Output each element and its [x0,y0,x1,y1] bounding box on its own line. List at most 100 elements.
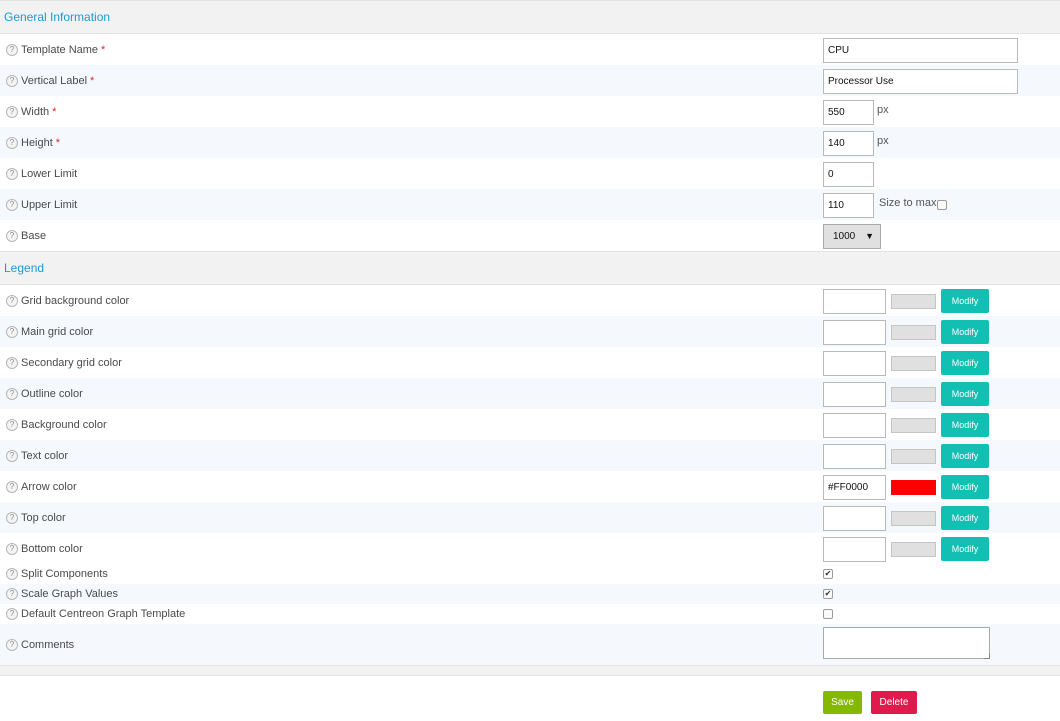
save-button[interactable]: Save [823,691,862,714]
row-default-template: ? Default Centreon Graph Template [0,604,1060,624]
modify-color-button[interactable]: Modify [941,350,989,375]
resize-handle-icon[interactable] [984,653,990,659]
color-value-input[interactable] [823,443,886,469]
color-value-input[interactable] [823,381,886,407]
help-icon[interactable]: ? [6,387,18,400]
help-icon[interactable]: ? [6,568,18,580]
comments-textarea[interactable] [823,627,990,659]
width-input[interactable]: 550 [823,99,874,125]
color-swatch [891,479,936,495]
color-value-input[interactable] [823,350,886,376]
row-color: ? Background color Modify [0,409,1060,440]
lower-limit-label: Lower Limit [21,167,78,180]
help-icon[interactable]: ? [6,325,18,338]
width-unit: px [877,103,889,116]
row-vertical-label: ? Vertical Label * Processor Use [0,65,1060,96]
help-icon[interactable]: ? [6,43,18,56]
base-select[interactable]: 1000 ▼ [823,223,881,249]
vertical-label-input[interactable]: Processor Use [823,68,1018,94]
height-unit: px [877,134,889,147]
row-color: ? Top color Modify [0,502,1060,533]
template-name-label: Template Name [21,43,99,56]
scale-graph-values-label: Scale Graph Values [21,588,119,600]
section-legend: Legend [0,251,1060,285]
height-label: Height [21,136,53,149]
help-icon[interactable]: ? [6,449,18,462]
color-label: Bottom color [21,542,83,555]
width-label: Width [21,105,50,118]
row-height: ? Height * 140 px [0,127,1060,158]
size-to-max-checkbox[interactable] [937,199,947,210]
row-color: ? Secondary grid color Modify [0,347,1060,378]
modify-color-button[interactable]: Modify [941,443,989,468]
vertical-label-label: Vertical Label [21,74,88,87]
modify-color-button[interactable]: Modify [941,288,989,313]
help-icon[interactable]: ? [6,294,18,307]
color-swatch [891,541,936,557]
row-color: ? Main grid color Modify [0,316,1060,347]
lower-limit-input[interactable]: 0 [823,161,874,187]
color-swatch [891,324,936,340]
delete-button[interactable]: Delete [871,691,917,714]
help-icon[interactable]: ? [6,511,18,524]
color-value-input[interactable] [823,536,886,562]
modify-color-button[interactable]: Modify [941,319,989,344]
help-icon[interactable]: ? [6,608,18,620]
modify-color-button[interactable]: Modify [941,474,989,499]
color-label: Grid background color [21,294,130,307]
color-label: Background color [21,418,107,431]
help-icon[interactable]: ? [6,418,18,431]
color-swatch [891,417,936,433]
base-select-value: 1000 [833,230,856,242]
default-template-checkbox[interactable] [823,609,833,619]
help-icon[interactable]: ? [6,167,18,180]
row-comments: ? Comments [0,624,1060,665]
help-icon[interactable]: ? [6,356,18,369]
help-icon[interactable]: ? [6,229,18,242]
row-color: ? Bottom color Modify [0,533,1060,564]
split-components-checkbox[interactable]: ✔ [823,569,833,579]
split-components-label: Split Components [21,568,108,580]
modify-color-button[interactable]: Modify [941,505,989,530]
color-label: Main grid color [21,325,94,338]
chevron-down-icon: ▼ [865,230,874,241]
row-split-components: ? Split Components ✔ [0,564,1060,584]
color-value-input[interactable]: #FF0000 [823,474,886,500]
required-marker: * [55,136,61,149]
color-label: Arrow color [21,480,77,493]
upper-limit-input[interactable]: 110 [823,192,874,218]
base-label: Base [21,229,47,242]
row-color: ? Arrow color #FF0000 Modify [0,471,1060,502]
color-value-input[interactable] [823,505,886,531]
help-icon[interactable]: ? [6,105,18,118]
row-color: ? Grid background color Modify [0,285,1060,316]
modify-color-button[interactable]: Modify [941,536,989,561]
help-icon[interactable]: ? [6,74,18,87]
help-icon[interactable]: ? [6,588,18,600]
modify-color-button[interactable]: Modify [941,381,989,406]
color-label: Outline color [21,387,83,400]
form-footer-divider [0,665,1060,676]
modify-color-button[interactable]: Modify [941,412,989,437]
color-label: Text color [21,449,69,462]
required-marker: * [101,43,106,56]
color-swatch [891,293,936,309]
upper-limit-label: Upper Limit [21,198,78,211]
row-lower-limit: ? Lower Limit 0 [0,158,1060,189]
height-input[interactable]: 140 [823,130,874,156]
help-icon[interactable]: ? [6,480,18,493]
color-value-input[interactable] [823,412,886,438]
row-width: ? Width * 550 px [0,96,1060,127]
row-template-name: ? Template Name * CPU [0,34,1060,65]
help-icon[interactable]: ? [6,198,18,211]
row-color: ? Outline color Modify [0,378,1060,409]
help-icon[interactable]: ? [6,542,18,555]
scale-graph-values-checkbox[interactable]: ✔ [823,589,833,599]
help-icon[interactable]: ? [6,638,18,651]
color-value-input[interactable] [823,288,886,314]
row-upper-limit: ? Upper Limit 110 Size to max [0,189,1060,220]
color-label: Secondary grid color [21,356,122,369]
color-value-input[interactable] [823,319,886,345]
template-name-input[interactable]: CPU [823,37,1018,63]
help-icon[interactable]: ? [6,136,18,149]
